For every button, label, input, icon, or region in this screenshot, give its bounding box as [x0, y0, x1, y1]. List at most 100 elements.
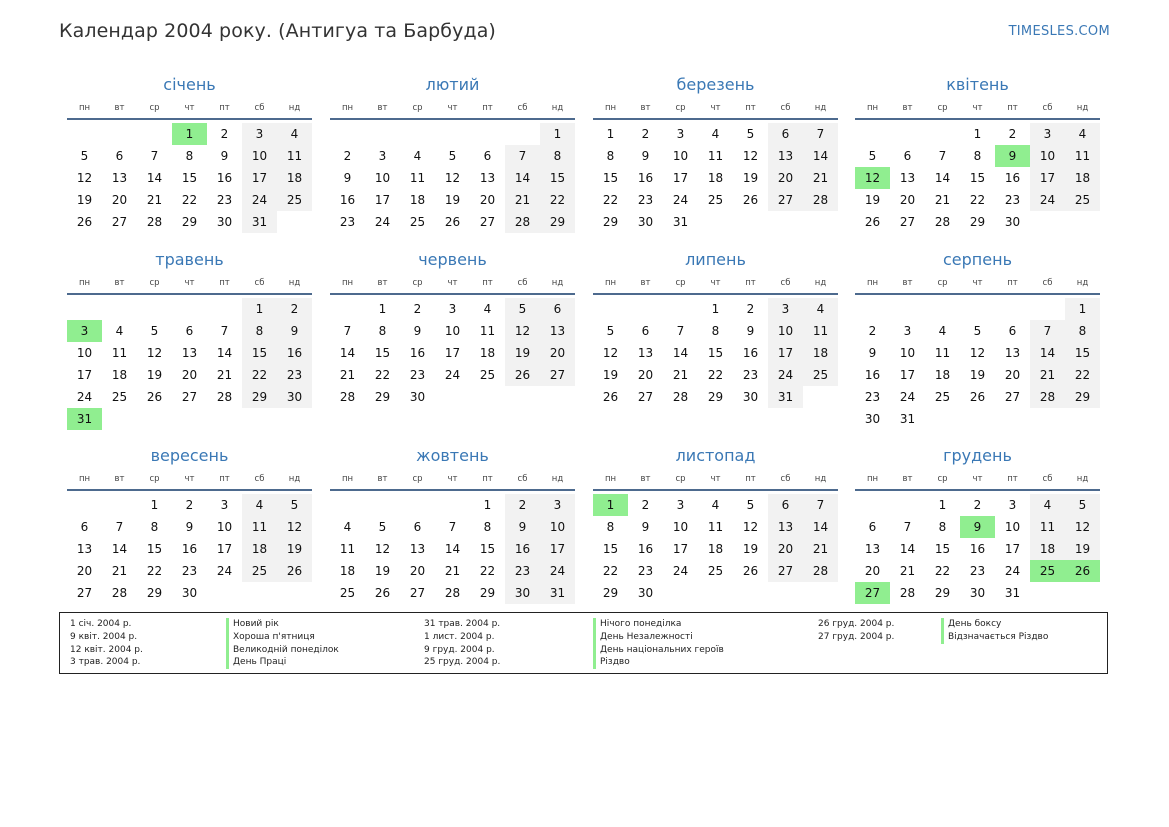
- day-cell: 25: [339, 586, 356, 600]
- weekday-label: нд: [288, 278, 301, 288]
- holiday-day: 26: [1065, 560, 1100, 582]
- day-cell: 23: [864, 390, 881, 404]
- empty-cell: [663, 298, 698, 320]
- days-grid: 1 2 3 4 5 6 7 8 9 10 11 12 13 14 15 16 17 18 19 20 21 22 23 24 2…: [330, 491, 575, 604]
- day-cell: 12: [969, 346, 986, 360]
- month-name: березень: [676, 75, 755, 94]
- day-cell: 21: [803, 538, 838, 560]
- weekday-label: сб: [1042, 278, 1053, 288]
- legend-date: 27 груд. 2004 р.: [818, 631, 895, 642]
- day-cell: 4: [413, 149, 422, 163]
- day-cell: 24: [672, 564, 689, 578]
- day-cell: 9: [413, 324, 422, 338]
- day-cell: 14: [934, 171, 951, 185]
- day-cell: 24: [1004, 564, 1021, 578]
- day-cell: 7: [903, 520, 912, 534]
- weekday-label: вт: [902, 278, 913, 288]
- day-cell: 10: [444, 324, 461, 338]
- weekday-label: пн: [604, 103, 617, 113]
- day-cell: 11: [707, 149, 724, 163]
- day-cell: 17: [672, 542, 689, 556]
- day-cell: 26: [864, 215, 881, 229]
- weekday-label: сб: [254, 278, 265, 288]
- day-cell: 9: [220, 149, 229, 163]
- day-cell: 13: [637, 346, 654, 360]
- day-cell: 5: [80, 149, 89, 163]
- day-cell: 9: [277, 320, 312, 342]
- day-cell: 16: [505, 538, 540, 560]
- day-cell: 15: [707, 346, 724, 360]
- day-cell: 14: [899, 542, 916, 556]
- month-block: березень пн вт ср чт пт сб нд 1 2 3 4 5 6 7 8 9 10 11 12 13 1…: [593, 74, 838, 233]
- day-cell: 2: [343, 149, 352, 163]
- day-cell: 22: [242, 364, 277, 386]
- day-cell: 31: [899, 412, 916, 426]
- day-cell: 28: [146, 215, 163, 229]
- day-cell: 1: [606, 127, 615, 141]
- legend-names-1: Новий рік Хороша п'ятниця Великодній пон…: [226, 618, 339, 670]
- day-cell: 21: [505, 189, 540, 211]
- day-cell: 3: [768, 298, 803, 320]
- day-cell: 2: [185, 498, 194, 512]
- weekday-label: сб: [1042, 474, 1053, 484]
- day-cell: 14: [1030, 342, 1065, 364]
- holiday-legend: 1 січ. 2004 р. 9 квіт. 2004 р. 12 квіт. …: [59, 612, 1108, 674]
- weekday-label: нд: [551, 474, 564, 484]
- day-cell: 11: [1065, 145, 1100, 167]
- day-cell: 7: [343, 324, 352, 338]
- day-cell: 24: [242, 189, 277, 211]
- day-cell: 6: [641, 324, 650, 338]
- day-cell: 5: [746, 498, 755, 512]
- weekday-label: пт: [219, 278, 230, 288]
- day-cell: 8: [150, 520, 159, 534]
- weekday-label: вт: [902, 474, 913, 484]
- day-cell: 11: [409, 171, 426, 185]
- weekday-label: сб: [780, 474, 791, 484]
- day-cell: 10: [1004, 520, 1021, 534]
- weekday-label: чт: [447, 103, 458, 113]
- day-cell: 1: [711, 302, 720, 316]
- day-cell: 6: [903, 149, 912, 163]
- day-cell: 14: [111, 542, 128, 556]
- day-cell: 26: [505, 364, 540, 386]
- day-cell: 24: [444, 368, 461, 382]
- day-cell: 10: [672, 149, 689, 163]
- day-cell: 20: [76, 564, 93, 578]
- day-cell: 3: [540, 494, 575, 516]
- day-cell: 16: [277, 342, 312, 364]
- weekday-header: пн вт ср чт пт сб нд: [67, 98, 312, 120]
- day-cell: 12: [742, 520, 759, 534]
- day-cell: 22: [707, 368, 724, 382]
- day-cell: 17: [899, 368, 916, 382]
- day-cell: 29: [479, 586, 496, 600]
- day-cell: 29: [969, 215, 986, 229]
- day-cell: 19: [76, 193, 93, 207]
- empty-cell: [960, 298, 995, 320]
- day-cell: 12: [1065, 516, 1100, 538]
- day-cell: 16: [339, 193, 356, 207]
- day-cell: 2: [1008, 127, 1017, 141]
- day-cell: 19: [277, 538, 312, 560]
- empty-cell: [137, 123, 172, 145]
- day-cell: 13: [1004, 346, 1021, 360]
- empty-cell: [995, 298, 1030, 320]
- month-block: травень пн вт ср чт пт сб нд 1 2 3 4 5 6 7 8 9 10 11 12 13 14…: [67, 249, 312, 430]
- empty-cell: [435, 123, 470, 145]
- weekday-label: пт: [482, 278, 493, 288]
- day-cell: 19: [864, 193, 881, 207]
- legend-holiday: День національних героїв: [593, 643, 724, 657]
- day-cell: 10: [1030, 145, 1065, 167]
- day-cell: 16: [742, 346, 759, 360]
- day-cell: 8: [973, 149, 982, 163]
- days-grid: 1 2 3 4 5 6 7 8 9 10 11 12 13 14 15 16 17 18 19 20 21 22 23 24 2…: [67, 491, 312, 604]
- day-cell: 2: [505, 494, 540, 516]
- day-cell: 6: [80, 520, 89, 534]
- day-cell: 18: [707, 171, 724, 185]
- day-cell: 12: [505, 320, 540, 342]
- legend-dates-1: 1 січ. 2004 р. 9 квіт. 2004 р. 12 квіт. …: [70, 618, 143, 669]
- day-cell: 30: [969, 586, 986, 600]
- month-name: вересень: [150, 446, 229, 465]
- day-cell: 19: [742, 542, 759, 556]
- legend-date: 31 трав. 2004 р.: [424, 619, 501, 629]
- day-cell: 24: [540, 560, 575, 582]
